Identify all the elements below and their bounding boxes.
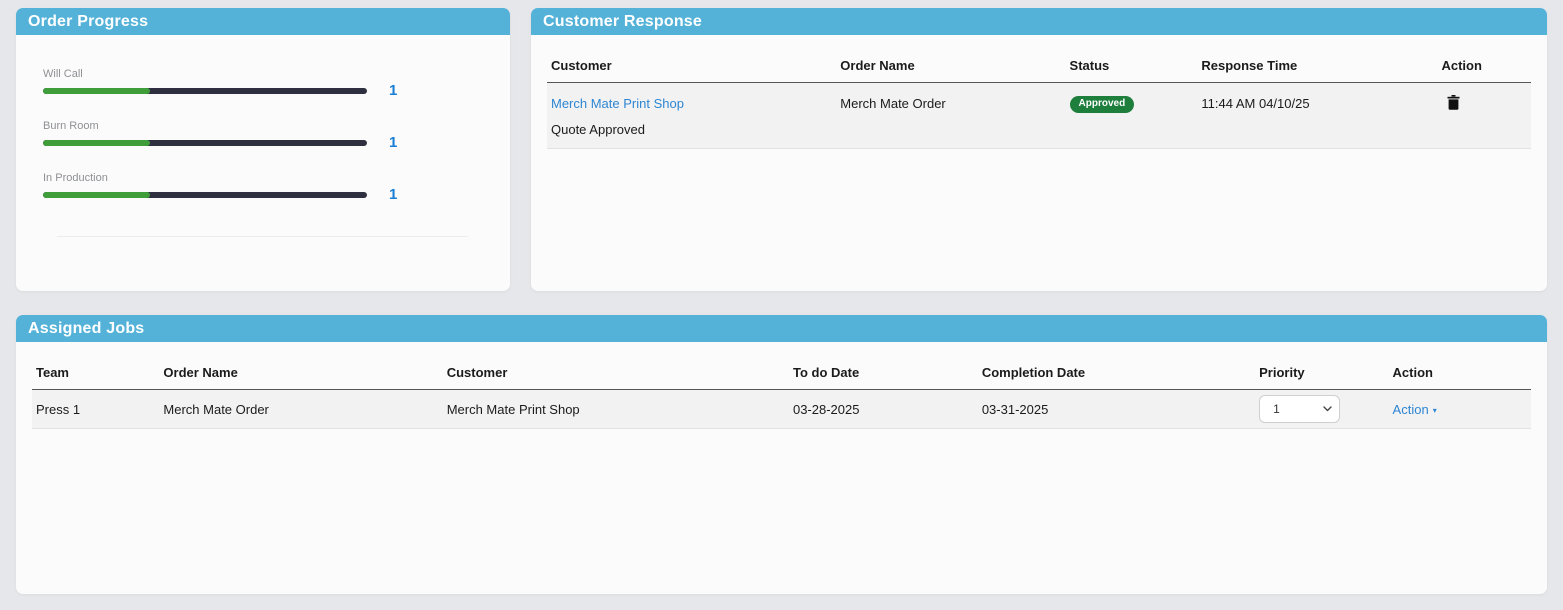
progress-group-in-production: In Production 1 bbox=[43, 172, 482, 198]
progress-bar bbox=[43, 140, 367, 146]
progress-count: 1 bbox=[389, 192, 397, 198]
progress-label: Burn Room bbox=[43, 120, 482, 132]
caret-down-icon: ▾ bbox=[1433, 406, 1437, 415]
progress-bar-fill bbox=[43, 88, 150, 94]
todo-date-cell: 03-28-2025 bbox=[789, 390, 978, 429]
table-row-note: Quote Approved bbox=[547, 118, 1531, 149]
progress-bar bbox=[43, 88, 367, 94]
progress-group-burn-room: Burn Room 1 bbox=[43, 120, 482, 146]
assigned-jobs-panel: Assigned Jobs Team Order Name Customer T… bbox=[16, 315, 1547, 594]
table-row: Merch Mate Print Shop Merch Mate Order A… bbox=[547, 83, 1531, 119]
column-header-response-time: Response Time bbox=[1197, 52, 1437, 83]
action-dropdown-link[interactable]: Action ▾ bbox=[1393, 402, 1437, 417]
column-header-order-name: Order Name bbox=[836, 52, 1065, 83]
order-name-cell: Merch Mate Order bbox=[836, 83, 1065, 119]
order-name-cell: Merch Mate Order bbox=[159, 390, 442, 429]
assigned-jobs-table: Team Order Name Customer To do Date Comp… bbox=[32, 359, 1531, 429]
column-header-customer: Customer bbox=[547, 52, 836, 83]
divider bbox=[57, 236, 468, 237]
progress-count: 1 bbox=[389, 88, 397, 94]
delete-button[interactable] bbox=[1447, 95, 1460, 110]
action-link-label: Action bbox=[1393, 402, 1429, 417]
progress-count: 1 bbox=[389, 140, 397, 146]
column-header-order-name: Order Name bbox=[159, 359, 442, 390]
table-header-row: Customer Order Name Status Response Time… bbox=[547, 52, 1531, 83]
order-progress-header: Order Progress bbox=[16, 8, 510, 35]
progress-label: In Production bbox=[43, 172, 482, 184]
customer-response-panel: Customer Response Customer Order Name St… bbox=[531, 8, 1547, 291]
column-header-action: Action bbox=[1389, 359, 1531, 390]
column-header-customer: Customer bbox=[443, 359, 789, 390]
trash-icon bbox=[1447, 95, 1460, 110]
order-progress-title: Order Progress bbox=[28, 13, 148, 31]
column-header-todo-date: To do Date bbox=[789, 359, 978, 390]
column-header-team: Team bbox=[32, 359, 159, 390]
priority-select[interactable]: 1 bbox=[1259, 395, 1340, 423]
customer-response-table: Customer Order Name Status Response Time… bbox=[547, 52, 1531, 149]
response-time-cell: 11:44 AM 04/10/25 bbox=[1197, 83, 1437, 119]
progress-bar-fill bbox=[43, 192, 150, 198]
team-cell: Press 1 bbox=[32, 390, 159, 429]
status-badge: Approved bbox=[1070, 96, 1135, 113]
table-header-row: Team Order Name Customer To do Date Comp… bbox=[32, 359, 1531, 390]
customer-response-header: Customer Response bbox=[531, 8, 1547, 35]
progress-bar bbox=[43, 192, 367, 198]
customer-response-title: Customer Response bbox=[543, 13, 702, 31]
column-header-completion-date: Completion Date bbox=[978, 359, 1255, 390]
assigned-jobs-title: Assigned Jobs bbox=[28, 320, 144, 338]
completion-date-cell: 03-31-2025 bbox=[978, 390, 1255, 429]
order-progress-body: Will Call 1 Burn Room 1 In Production bbox=[16, 35, 510, 237]
customer-cell: Merch Mate Print Shop bbox=[443, 390, 789, 429]
assigned-jobs-header: Assigned Jobs bbox=[16, 315, 1547, 342]
column-header-status: Status bbox=[1066, 52, 1198, 83]
table-row: Press 1 Merch Mate Order Merch Mate Prin… bbox=[32, 390, 1531, 429]
column-header-priority: Priority bbox=[1255, 359, 1388, 390]
order-progress-panel: Order Progress Will Call 1 Burn Room 1 I… bbox=[16, 8, 510, 291]
progress-label: Will Call bbox=[43, 68, 482, 80]
progress-group-will-call: Will Call 1 bbox=[43, 68, 482, 94]
column-header-action: Action bbox=[1437, 52, 1531, 83]
quote-note: Quote Approved bbox=[547, 118, 1531, 149]
customer-link[interactable]: Merch Mate Print Shop bbox=[551, 96, 684, 111]
progress-bar-fill bbox=[43, 140, 150, 146]
